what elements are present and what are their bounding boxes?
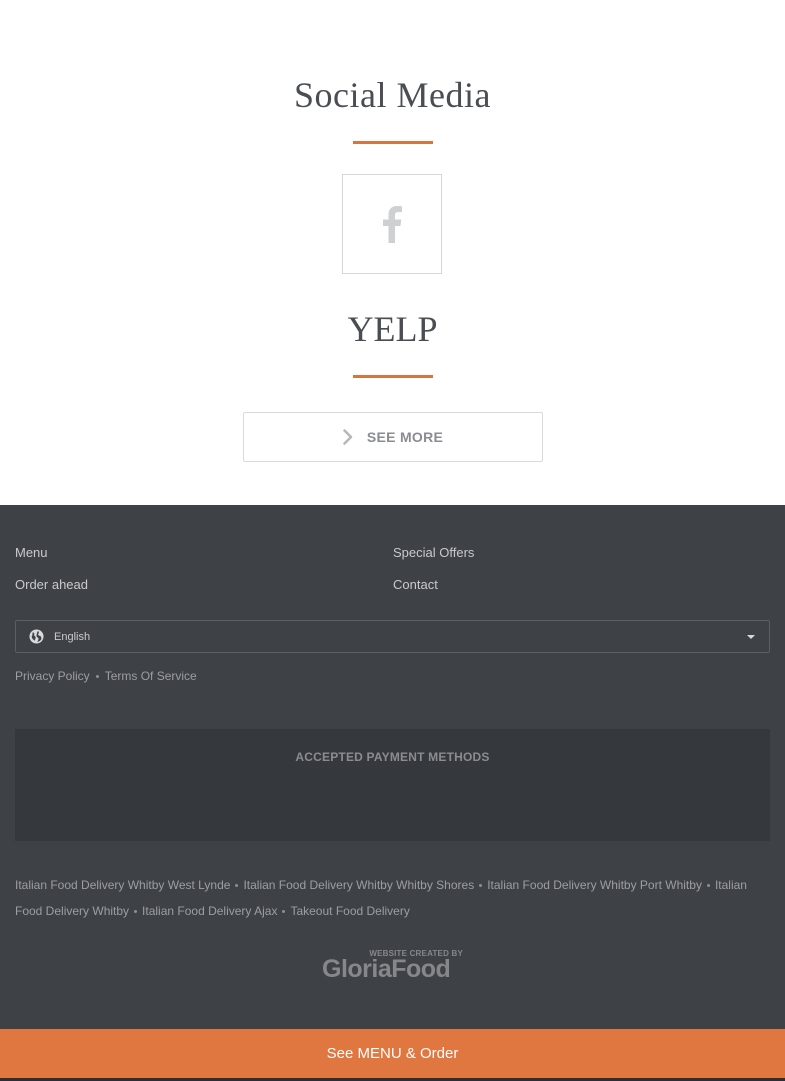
payment-methods-title: ACCEPTED PAYMENT METHODS — [295, 750, 490, 764]
footer-link-contact[interactable]: Contact — [393, 577, 438, 592]
see-more-button[interactable]: SEE MORE — [243, 412, 543, 462]
cta-label: See MENU & Order — [326, 1045, 459, 1062]
payment-methods-panel: ACCEPTED PAYMENT METHODS — [15, 729, 770, 841]
caret-down-icon — [747, 635, 755, 639]
seo-links: Italian Food Delivery Whitby West Lynde I… — [15, 872, 773, 924]
separator-dot — [95, 674, 99, 678]
seo-link[interactable]: Italian Food Delivery Whitby Port Whitby — [487, 878, 702, 892]
language-value: English — [54, 630, 91, 643]
separator-dot — [706, 884, 710, 888]
seo-link[interactable]: Italian Food Delivery Whitby Whitby Shor… — [243, 878, 474, 892]
chevron-right-icon — [343, 429, 353, 445]
gloriafood-logo[interactable]: WEBSITE CREATED BY GloriaFood — [322, 949, 464, 989]
terms-of-service-link[interactable]: Terms Of Service — [105, 669, 197, 683]
seo-link[interactable]: Takeout Food Delivery — [290, 904, 409, 918]
facebook-icon — [383, 206, 402, 243]
heading-divider — [353, 141, 433, 144]
footer: Menu Order ahead Special Offers Contact … — [0, 505, 785, 1029]
globe-icon — [29, 629, 44, 644]
logo-wordmark: GloriaFood — [322, 955, 451, 983]
social-section: Social Media YELP SEE MORE — [0, 0, 785, 505]
see-more-label: SEE MORE — [366, 429, 444, 445]
facebook-link[interactable] — [342, 174, 442, 274]
footer-link-special-offers[interactable]: Special Offers — [393, 545, 474, 560]
separator-dot — [134, 910, 138, 914]
separator-dot — [479, 884, 483, 888]
language-select[interactable]: English — [15, 620, 770, 653]
footer-link-order-ahead[interactable]: Order ahead — [15, 577, 88, 592]
heading-divider — [353, 375, 433, 378]
see-menu-order-button[interactable]: See MENU & Order — [0, 1029, 785, 1078]
social-media-heading: Social Media — [294, 75, 491, 115]
privacy-policy-link[interactable]: Privacy Policy — [15, 669, 90, 683]
footer-link-menu[interactable]: Menu — [15, 545, 48, 560]
seo-link[interactable]: Italian Food Delivery Ajax — [142, 904, 277, 918]
seo-link[interactable]: Italian Food Delivery Whitby West Lynde — [15, 878, 230, 892]
legal-links: Privacy Policy Terms Of Service — [15, 669, 197, 683]
separator-dot — [282, 910, 286, 914]
separator-dot — [235, 884, 239, 888]
yelp-heading: YELP — [347, 309, 438, 349]
